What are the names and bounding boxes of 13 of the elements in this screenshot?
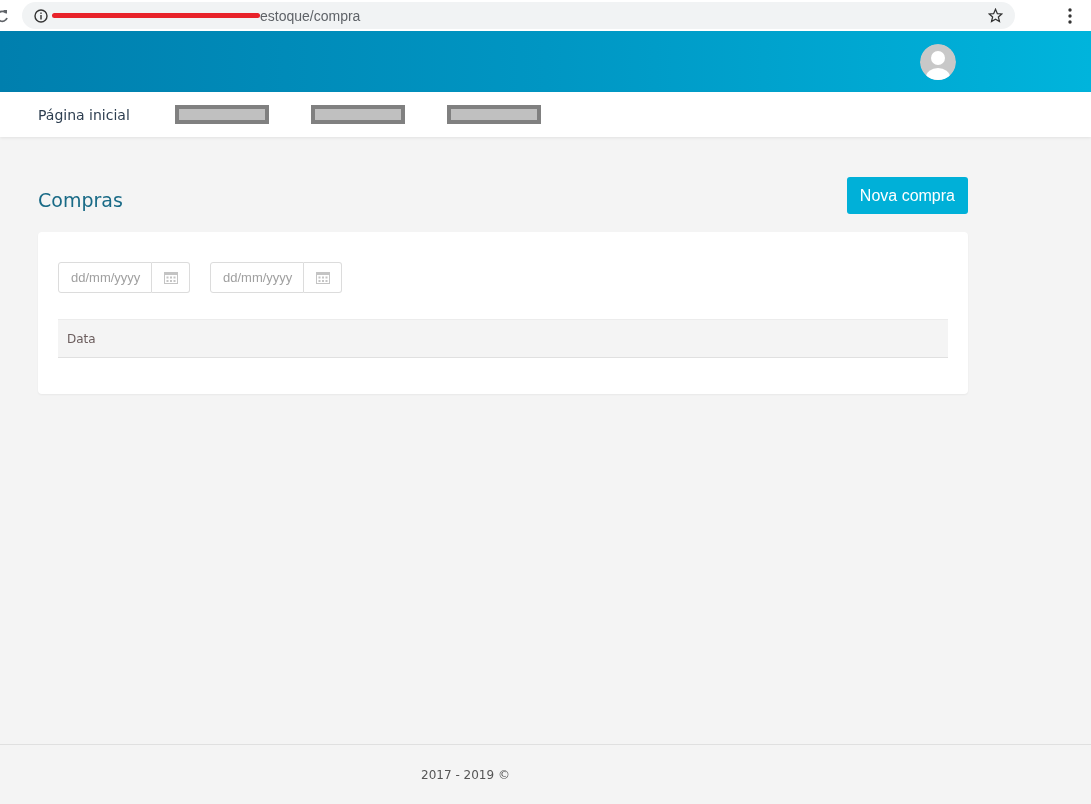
date-field[interactable]: dd/mm/yyyy (210, 262, 304, 293)
page-title: Compras (38, 188, 123, 211)
url-text: estoque/compra (260, 7, 361, 24)
column-header: Data (67, 331, 96, 346)
info-icon[interactable] (34, 8, 48, 23)
avatar-icon[interactable] (920, 43, 956, 80)
star-icon[interactable] (988, 8, 1003, 23)
menu-icon[interactable] (1068, 7, 1072, 24)
footer-text: 2017 - 2019 © (421, 768, 510, 784)
date-field[interactable]: dd/mm/yyyy (58, 262, 152, 293)
address-bar[interactable]: estoque/compra (22, 2, 1015, 29)
nav-link[interactable]: Página inicial (38, 106, 130, 123)
reload-icon[interactable] (0, 8, 8, 23)
